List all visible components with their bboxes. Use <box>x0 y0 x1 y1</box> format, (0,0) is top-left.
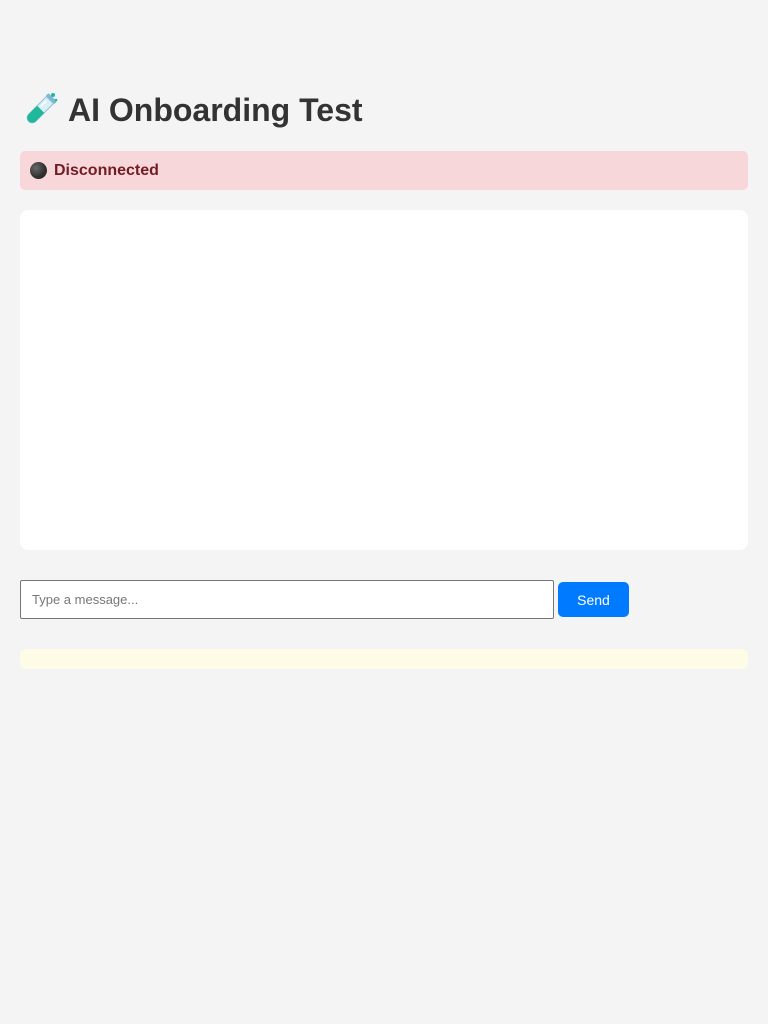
page-title: AI Onboarding Test <box>20 90 363 130</box>
black-circle-icon <box>30 162 47 179</box>
send-button[interactable]: Send <box>558 582 629 617</box>
test-tube-icon <box>20 90 60 130</box>
connection-status-text: Disconnected <box>54 161 159 179</box>
connection-status-banner: Disconnected <box>20 151 748 190</box>
chat-messages-panel[interactable] <box>20 210 748 550</box>
page-title-text: AI Onboarding Test <box>68 91 363 128</box>
notice-bar <box>20 649 748 669</box>
message-composer: Send <box>20 580 748 619</box>
message-input[interactable] <box>20 580 554 619</box>
